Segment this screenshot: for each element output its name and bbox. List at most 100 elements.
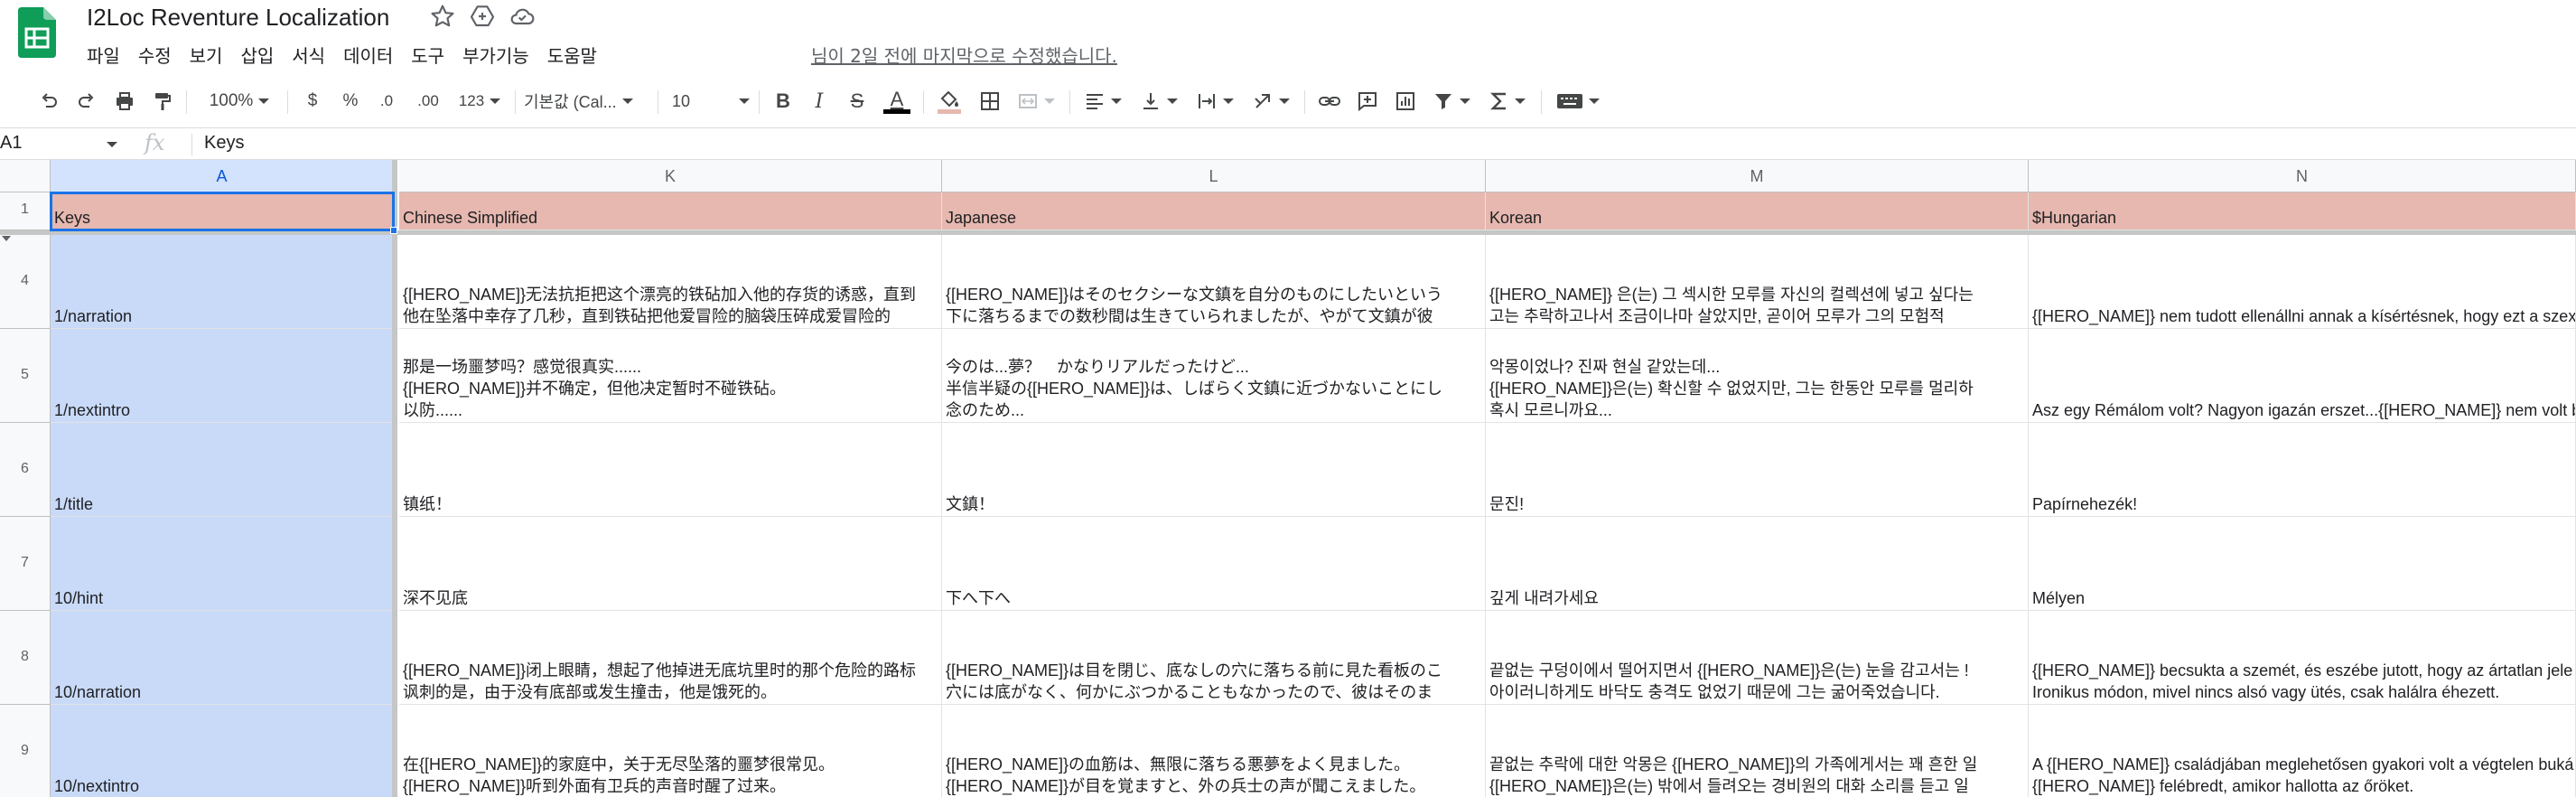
increase-decimals-button[interactable]: .00 — [410, 87, 446, 116]
spreadsheet-grid[interactable]: A K L M N 1 Keys Chinese Simplified Japanese Kore… — [0, 160, 2576, 797]
font-size-select[interactable]: 10 — [672, 87, 750, 116]
paint-format-icon[interactable] — [148, 87, 177, 116]
italic-button[interactable]: I — [806, 87, 833, 116]
header-cell-l[interactable]: Japanese — [942, 192, 1486, 230]
merge-cells-icon[interactable] — [1013, 87, 1059, 116]
translation-cell[interactable]: 下へ下へ — [942, 517, 1486, 611]
strikethrough-button[interactable]: S — [844, 87, 871, 116]
key-cell[interactable]: 10/hint — [51, 517, 394, 611]
last-edit-link[interactable]: 님이 2일 전에 마지막으로 수정했습니다. — [811, 42, 1117, 68]
translation-cell[interactable]: 끝없는 추락에 대한 악몽은 {[HERO_NAME]}의 가족에게서는 꽤 흔… — [1486, 705, 2029, 797]
select-all-corner[interactable] — [0, 160, 51, 192]
text-color-button[interactable]: A — [882, 87, 912, 116]
column-header-m[interactable]: M — [1486, 160, 2029, 192]
star-icon[interactable] — [428, 2, 457, 31]
row-header-6[interactable]: 6 — [0, 423, 51, 517]
header-cell-k[interactable]: Chinese Simplified — [399, 192, 942, 230]
cloud-saved-icon[interactable] — [508, 2, 537, 31]
menu-insert[interactable]: 삽입 — [237, 40, 283, 67]
horizontal-align-icon[interactable] — [1080, 87, 1125, 116]
translation-cell[interactable]: 今のは...夢？ かなりリアルだったけど... 半信半疑の{[HERO_NAME]… — [942, 329, 1486, 423]
undo-icon[interactable] — [34, 87, 63, 116]
print-icon[interactable] — [110, 87, 139, 116]
column-header-n[interactable]: N — [2029, 160, 2576, 192]
translation-cell[interactable]: {[HERO_NAME]}は目を閉じ、底なしの穴に落ちる前に見た看板のこ 穴には底… — [942, 611, 1486, 705]
menu-help[interactable]: 도움말 — [544, 40, 606, 67]
percent-format-button[interactable]: % — [336, 87, 365, 116]
menu-format[interactable]: 서식 — [288, 40, 334, 67]
translation-cell[interactable]: A {[HERO_NAME]} családjában meglehetősen… — [2029, 705, 2576, 797]
translation-cell[interactable]: {[HERO_NAME]} nem tudott ellenállni anna… — [2029, 235, 2576, 329]
menu-edit[interactable]: 수정 — [135, 40, 181, 67]
filter-icon[interactable] — [1429, 87, 1474, 116]
zoom-select[interactable]: 100% — [201, 87, 278, 116]
text-wrapping-icon[interactable] — [1192, 87, 1237, 116]
row-header-8[interactable]: 8 — [0, 611, 51, 705]
frozen-columns-divider[interactable] — [392, 160, 397, 797]
translation-cell[interactable]: 문진! — [1486, 423, 2029, 517]
translation-cell[interactable]: Mélyen — [2029, 517, 2576, 611]
fill-color-icon[interactable] — [934, 87, 965, 116]
more-formats-select[interactable]: 123 — [452, 87, 508, 116]
row-header-1[interactable]: 1 — [0, 192, 51, 230]
menu-view[interactable]: 보기 — [186, 40, 232, 67]
bold-button[interactable]: B — [770, 87, 797, 116]
sheets-logo-icon[interactable] — [18, 7, 56, 58]
translation-cell[interactable]: {[HERO_NAME]} 은(는) 그 섹시한 모루를 자신의 컬렉션에 넣고… — [1486, 235, 2029, 329]
input-tools-icon[interactable] — [1552, 87, 1604, 116]
translation-cell[interactable]: {[HERO_NAME]}闭上眼睛，想起了他掉进无底坑里时的那个危险的路标 讽刺的… — [399, 611, 942, 705]
text-rotation-icon[interactable] — [1248, 87, 1293, 116]
translation-cell[interactable]: Asz egy Rémálom volt? Nagyon igazán ersz… — [2029, 329, 2576, 423]
insert-chart-icon[interactable] — [1391, 87, 1420, 116]
row-header-4[interactable]: 4 — [0, 235, 51, 329]
translation-cell[interactable]: 끝없는 구덩이에서 떨어지면서 {[HERO_NAME]}은(는) 눈을 감고서… — [1486, 611, 2029, 705]
key-cell[interactable]: 1/title — [51, 423, 394, 517]
menu-add-ons[interactable]: 부가기능 — [459, 40, 538, 67]
translation-cell[interactable]: 악몽이었나? 진짜 현실 같았는데... {[HERO_NAME]}은(는) 확신… — [1486, 329, 2029, 423]
translation-cell[interactable]: {[HERO_NAME]}はそのセクシーな文鎮を自分のものにしたいという 下に落ち… — [942, 235, 1486, 329]
functions-icon[interactable] — [1485, 87, 1530, 116]
font-family-select[interactable]: 기본값 (Cal... — [524, 87, 647, 116]
translation-cell[interactable]: 那是一场噩梦吗？感觉很真实...... {[HERO_NAME]}并不确定，但他决… — [399, 329, 942, 423]
chevron-down-icon — [1589, 98, 1600, 104]
row-group-marker-icon[interactable] — [2, 236, 11, 241]
header-cell-n[interactable]: $Hungarian — [2029, 192, 2576, 230]
document-title[interactable]: I2Loc Reventure Localization — [87, 4, 389, 32]
translation-cell[interactable]: 깊게 내려가세요 — [1486, 517, 2029, 611]
header-cell-m[interactable]: Korean — [1486, 192, 2029, 230]
key-cell[interactable]: 10/nextintro — [51, 705, 394, 797]
vertical-align-icon[interactable] — [1136, 87, 1181, 116]
row-header-9[interactable]: 9 — [0, 705, 51, 797]
borders-icon[interactable] — [975, 87, 1004, 116]
menu-data[interactable]: 데이터 — [340, 40, 402, 67]
column-header-k[interactable]: K — [399, 160, 942, 192]
formula-input[interactable]: Keys — [204, 133, 244, 154]
cell-text-line: {[HERO_NAME]}が目を覚ますと、外の兵士の声が聞こえました。 — [946, 777, 1426, 795]
move-to-drive-icon[interactable] — [468, 2, 497, 31]
row-header-7[interactable]: 7 — [0, 517, 51, 611]
name-box[interactable]: A1 — [0, 128, 123, 159]
insert-link-icon[interactable] — [1315, 87, 1344, 116]
redo-icon[interactable] — [72, 87, 101, 116]
row-header-5[interactable]: 5 — [0, 329, 51, 423]
translation-cell[interactable]: {[HERO_NAME]} becsukta a szemét, és eszé… — [2029, 611, 2576, 705]
header-cell-keys[interactable]: Keys — [50, 192, 395, 231]
key-cell[interactable]: 10/narration — [51, 611, 394, 705]
translation-cell[interactable]: 在{[HERO_NAME]}的家庭中，关于无尽坠落的噩梦很常见。 {[HERO_N… — [399, 705, 942, 797]
translation-cell[interactable]: Papírnehezék! — [2029, 423, 2576, 517]
column-header-a[interactable]: A — [51, 160, 394, 192]
menu-file[interactable]: 파일 — [83, 40, 129, 67]
translation-cell[interactable]: {[HERO_NAME]}の血筋は、無限に落ちる悪夢をよく見ました。 {[HERO… — [942, 705, 1486, 797]
translation-cell[interactable]: 文鎮！ — [942, 423, 1486, 517]
key-cell[interactable]: 1/nextintro — [51, 329, 394, 423]
translation-cell[interactable]: 镇纸！ — [399, 423, 942, 517]
insert-comment-icon[interactable] — [1353, 87, 1382, 116]
menu-tools[interactable]: 도구 — [407, 40, 453, 67]
translation-cell[interactable]: {[HERO_NAME]}无法抗拒把这个漂亮的铁砧加入他的存货的诱惑，直到 他在坠… — [399, 235, 942, 329]
currency-format-button[interactable]: $ — [298, 87, 327, 116]
decrease-decimals-button[interactable]: .0 — [372, 87, 401, 116]
translation-cell[interactable]: 深不见底 — [399, 517, 942, 611]
fill-handle[interactable] — [390, 227, 397, 234]
key-cell[interactable]: 1/narration — [51, 235, 394, 329]
column-header-l[interactable]: L — [942, 160, 1486, 192]
